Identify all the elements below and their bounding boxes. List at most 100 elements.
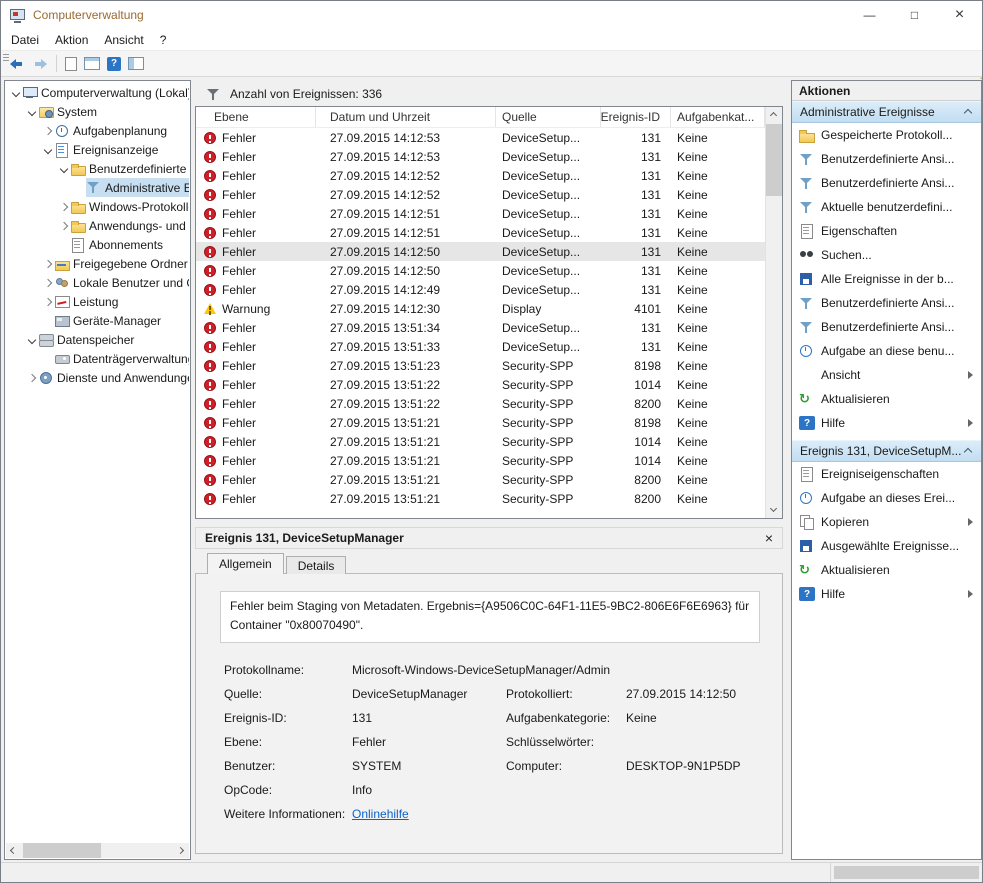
action-open-saved-log[interactable]: Gespeicherte Protokoll... bbox=[792, 123, 981, 147]
scroll-left-arrow-icon[interactable] bbox=[6, 843, 21, 858]
action-view-menu[interactable]: Ansicht bbox=[792, 363, 981, 387]
chevron-collapsed-icon[interactable] bbox=[42, 296, 54, 308]
action-properties[interactable]: Eigenschaften bbox=[792, 219, 981, 243]
help-icon[interactable] bbox=[107, 56, 121, 71]
tab-details[interactable]: Details bbox=[285, 556, 347, 574]
action-import-custom-view[interactable]: Benutzerdefinierte Ansi... bbox=[792, 171, 981, 195]
tab-allgemein[interactable]: Allgemein bbox=[207, 553, 284, 574]
event-row[interactable]: Fehler 27.09.2015 13:51:34 DeviceSetup... 1… bbox=[196, 318, 765, 337]
tree-item-geraete-manager[interactable]: Geräte-Manager bbox=[6, 311, 189, 330]
tree-item-system[interactable]: System bbox=[6, 102, 189, 121]
scrollbar-thumb[interactable] bbox=[23, 843, 101, 858]
event-row[interactable]: Fehler 27.09.2015 14:12:51 DeviceSetup... 1… bbox=[196, 223, 765, 242]
chevron-expanded-icon[interactable] bbox=[26, 334, 38, 346]
chevron-collapsed-icon[interactable] bbox=[42, 125, 54, 137]
menu-hilfe[interactable]: ? bbox=[152, 31, 175, 49]
action-help-event[interactable]: Hilfe bbox=[792, 582, 981, 606]
event-row[interactable]: Fehler 27.09.2015 13:51:21 Security-SPP 819… bbox=[196, 413, 765, 432]
action-copy[interactable]: Kopieren bbox=[792, 510, 981, 534]
chevron-expanded-icon[interactable] bbox=[26, 106, 38, 118]
back-arrow-icon[interactable] bbox=[9, 57, 25, 71]
action-save-selected-events[interactable]: Ausgewählte Ereignisse... bbox=[792, 534, 981, 558]
action-refresh[interactable]: Aktualisieren bbox=[792, 387, 981, 411]
scroll-down-arrow-icon[interactable] bbox=[766, 502, 782, 518]
action-section-ereignis-131[interactable]: Ereignis 131, DeviceSetupM... bbox=[792, 440, 981, 462]
online-help-link[interactable]: Onlinehilfe bbox=[352, 807, 506, 821]
event-row[interactable]: Fehler 27.09.2015 13:51:23 Security-SPP 819… bbox=[196, 356, 765, 375]
chevron-expanded-icon[interactable] bbox=[10, 87, 22, 99]
tree-item-administrative-ereignisse[interactable]: Administrative E bbox=[6, 178, 189, 197]
tree-item-lokale-benutzer-und-gruppen[interactable]: Lokale Benutzer und Gr bbox=[6, 273, 189, 292]
tree-item-computerverwaltung-lokal[interactable]: Computerverwaltung (Lokal) bbox=[6, 83, 189, 102]
event-row[interactable]: Fehler 27.09.2015 14:12:53 DeviceSetup... 1… bbox=[196, 128, 765, 147]
tree-item-benutzerdefinierte-ansichten[interactable]: Benutzerdefinierte A bbox=[6, 159, 189, 178]
action-save-all-events[interactable]: Alle Ereignisse in der b... bbox=[792, 267, 981, 291]
forward-arrow-icon[interactable] bbox=[32, 57, 48, 71]
event-row[interactable]: Fehler 27.09.2015 14:12:49 DeviceSetup... 1… bbox=[196, 280, 765, 299]
event-row[interactable]: Fehler 27.09.2015 14:12:53 DeviceSetup... 1… bbox=[196, 147, 765, 166]
bottom-scrollbar-thumb[interactable] bbox=[834, 866, 979, 879]
action-event-properties[interactable]: Ereigniseigenschaften bbox=[792, 462, 981, 486]
column-header-quelle[interactable]: Quelle bbox=[496, 107, 601, 127]
event-row[interactable]: Fehler 27.09.2015 13:51:21 Security-SPP 101… bbox=[196, 432, 765, 451]
tree-item-datentraegerverwaltung[interactable]: Datenträgerverwaltung bbox=[6, 349, 189, 368]
column-header-aufgabenkategorie[interactable]: Aufgabenkat... bbox=[671, 107, 765, 127]
properties-window-icon[interactable] bbox=[84, 57, 100, 70]
action-section-administrative-ereignisse[interactable]: Administrative Ereignisse bbox=[792, 101, 981, 123]
close-detail-icon[interactable]: × bbox=[765, 530, 773, 546]
action-create-custom-view[interactable]: Benutzerdefinierte Ansi... bbox=[792, 147, 981, 171]
action-attach-task-to-view[interactable]: Aufgabe an diese benu... bbox=[792, 339, 981, 363]
tree-item-windows-protokolle[interactable]: Windows-Protokolle bbox=[6, 197, 189, 216]
column-header-ereignis-id[interactable]: Ereignis-ID bbox=[601, 107, 671, 127]
chevron-collapsed-icon[interactable] bbox=[58, 220, 70, 232]
event-row[interactable]: Fehler 27.09.2015 13:51:22 Security-SPP 820… bbox=[196, 394, 765, 413]
event-row[interactable]: Fehler 27.09.2015 14:12:51 DeviceSetup... 1… bbox=[196, 204, 765, 223]
collapse-chevron-icon[interactable] bbox=[963, 446, 973, 456]
scroll-up-arrow-icon[interactable] bbox=[766, 107, 782, 123]
chevron-collapsed-icon[interactable] bbox=[58, 201, 70, 213]
chevron-collapsed-icon[interactable] bbox=[42, 277, 54, 289]
event-list-vertical-scrollbar[interactable] bbox=[765, 107, 782, 518]
action-refresh-event[interactable]: Aktualisieren bbox=[792, 558, 981, 582]
tree-item-anwendungs-und-dienstprotokolle[interactable]: Anwendungs- und D bbox=[6, 216, 189, 235]
bottom-scrollbar[interactable] bbox=[1, 862, 982, 882]
event-row[interactable]: Fehler 27.09.2015 14:12:52 DeviceSetup... 1… bbox=[196, 185, 765, 204]
event-row-selected[interactable]: Fehler 27.09.2015 14:12:50 DeviceSetup... 1… bbox=[196, 242, 765, 261]
menu-datei[interactable]: Datei bbox=[3, 31, 47, 49]
tree-item-leistung[interactable]: Leistung bbox=[6, 292, 189, 311]
event-row[interactable]: Fehler 27.09.2015 14:12:50 DeviceSetup... 1… bbox=[196, 261, 765, 280]
chevron-collapsed-icon[interactable] bbox=[42, 258, 54, 270]
column-header-datum[interactable]: Datum und Uhrzeit bbox=[316, 107, 496, 127]
action-find[interactable]: Suchen... bbox=[792, 243, 981, 267]
column-header-ebene[interactable]: Ebene bbox=[196, 107, 316, 127]
export-list-icon[interactable] bbox=[65, 56, 77, 71]
action-copy-custom-view[interactable]: Benutzerdefinierte Ansi... bbox=[792, 315, 981, 339]
scroll-right-arrow-icon[interactable] bbox=[174, 843, 189, 858]
chevron-expanded-icon[interactable] bbox=[58, 163, 70, 175]
menu-ansicht[interactable]: Ansicht bbox=[96, 31, 151, 49]
tree-item-dienste-und-anwendungen[interactable]: Dienste und Anwendungen bbox=[6, 368, 189, 387]
event-row[interactable]: Fehler 27.09.2015 13:51:22 Security-SPP 101… bbox=[196, 375, 765, 394]
tree-item-aufgabenplanung[interactable]: Aufgabenplanung bbox=[6, 121, 189, 140]
chevron-expanded-icon[interactable] bbox=[42, 144, 54, 156]
menu-aktion[interactable]: Aktion bbox=[47, 31, 96, 49]
event-row[interactable]: Warnung 27.09.2015 14:12:30 Display 4101 Kei… bbox=[196, 299, 765, 318]
collapse-chevron-icon[interactable] bbox=[963, 107, 973, 117]
tree-item-abonnements[interactable]: Abonnements bbox=[6, 235, 189, 254]
minimize-button[interactable]: — bbox=[847, 1, 892, 29]
scrollbar-thumb[interactable] bbox=[766, 124, 782, 196]
tree-item-datenspeicher[interactable]: Datenspeicher bbox=[6, 330, 189, 349]
show-console-tree-icon[interactable] bbox=[128, 57, 144, 70]
action-filter-current-view[interactable]: Aktuelle benutzerdefini... bbox=[792, 195, 981, 219]
close-button[interactable]: × bbox=[937, 1, 982, 29]
tree-horizontal-scrollbar[interactable] bbox=[6, 843, 189, 858]
tree-item-ereignisanzeige[interactable]: Ereignisanzeige bbox=[6, 140, 189, 159]
tree-item-freigegebene-ordner[interactable]: Freigegebene Ordner bbox=[6, 254, 189, 273]
event-row[interactable]: Fehler 27.09.2015 13:51:21 Security-SPP 820… bbox=[196, 489, 765, 508]
maximize-button[interactable]: □ bbox=[892, 1, 937, 29]
event-row[interactable]: Fehler 27.09.2015 13:51:21 Security-SPP 820… bbox=[196, 470, 765, 489]
event-row[interactable]: Fehler 27.09.2015 13:51:33 DeviceSetup... 1… bbox=[196, 337, 765, 356]
action-attach-task-to-event[interactable]: Aufgabe an dieses Erei... bbox=[792, 486, 981, 510]
event-row[interactable]: Fehler 27.09.2015 13:51:21 Security-SPP 101… bbox=[196, 451, 765, 470]
action-export-custom-view[interactable]: Benutzerdefinierte Ansi... bbox=[792, 291, 981, 315]
